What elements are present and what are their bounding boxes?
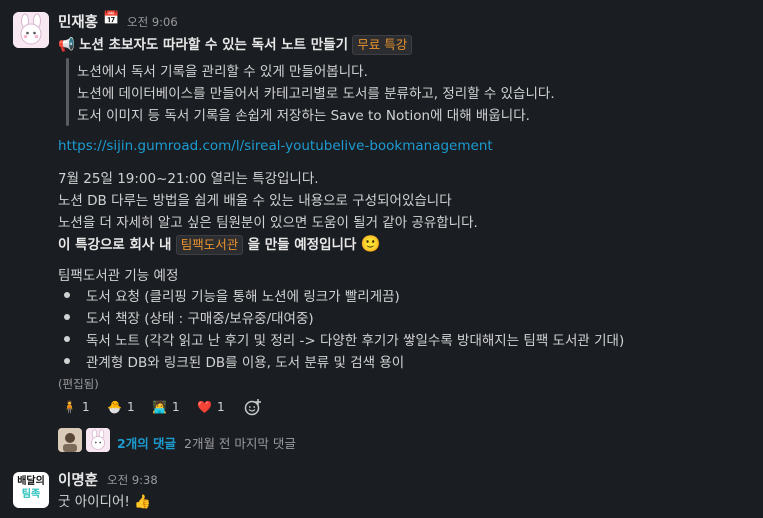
reaction-button[interactable]: 🧍 1 (58, 396, 94, 418)
reaction-button[interactable]: 🐣 1 (103, 396, 139, 418)
bullet-dot (64, 336, 70, 342)
person-emoji-icon: 🧍 (62, 400, 77, 414)
thumbs-up-emoji-icon: 👍 (134, 494, 151, 510)
plan-suffix: 을 만들 예정입니다 (247, 237, 357, 253)
team-library-tag: 팀팩도서관 (175, 235, 244, 255)
avatar-text: 배달의 (17, 476, 45, 487)
add-reaction-button[interactable] (238, 396, 268, 418)
gumroad-link[interactable]: https://sijin.gumroad.com/l/sireal-youtu… (58, 138, 493, 154)
paragraph-line: 7월 25일 19:00~21:00 열리는 특강입니다. (58, 171, 319, 187)
megaphone-icon: 📢 (58, 37, 75, 53)
smile-emoji-icon: 🙂 (360, 234, 381, 253)
message-text: 굿 아이디어! 👍 (58, 490, 151, 510)
reaction-count: 1 (216, 400, 225, 414)
bullet-dot (64, 292, 70, 298)
thread-reply-count[interactable]: 2개의 댓글 (117, 433, 176, 452)
avatar[interactable] (13, 12, 49, 48)
list-item: 관계형 DB와 링크된 DB를 이용, 도서 분류 및 검색 용이 (86, 355, 405, 371)
avatar[interactable]: 배달의 팀족 (13, 472, 49, 508)
person-photo-emoji-icon: 🧑‍💻 (152, 400, 167, 414)
edited-label: (편집됨) (58, 377, 99, 391)
timestamp[interactable]: 오전 9:06 (127, 14, 178, 30)
add-reaction-icon (244, 399, 261, 416)
headline-text: 노션 초보자도 따라할 수 있는 독서 노트 만들기 (79, 37, 348, 53)
reaction-count: 1 (81, 400, 90, 414)
thread-participant-avatar (86, 428, 110, 452)
list-item: 도서 요청 (클리핑 기능을 통해 노션에 링크가 빨리게끔) (86, 289, 400, 305)
plan-prefix: 이 특강으로 회사 내 (58, 237, 172, 253)
quote-line: 도서 이미지 등 독서 기록을 손쉽게 저장하는 Save to Notion에… (77, 108, 530, 124)
person-avatar-icon (58, 428, 82, 452)
timestamp[interactable]: 오전 9:38 (107, 472, 158, 488)
bullet-dot (64, 314, 70, 320)
message-body: 굿 아이디어! (58, 494, 130, 510)
list-title: 팀팩도서관 기능 예정 (58, 268, 179, 284)
quote-bar (66, 58, 69, 126)
paragraph-line: 노션을 더 자세히 알고 싶은 팀원분이 있으면 도움이 될거 같아 공유합니다… (58, 215, 478, 231)
author-name[interactable]: 이명훈 (58, 469, 98, 490)
calendar-status-icon: 📅 (103, 11, 120, 26)
heart-emoji-icon: ❤️ (197, 400, 212, 414)
quote-line: 노션에 데이터베이스를 만들어서 카테고리별로 도서를 분류하고, 정리할 수 … (77, 86, 555, 102)
reaction-count: 1 (171, 400, 180, 414)
list-item: 독서 노트 (각각 읽고 난 후기 및 정리 -> 다양한 후기가 쌓일수록 방… (86, 333, 625, 349)
bunny-avatar-icon (13, 12, 49, 48)
quote-line: 노션에서 독서 기록을 관리할 수 있게 만들어봅니다. (77, 64, 368, 80)
plan-line: 이 특강으로 회사 내 팀팩도서관 을 만들 예정입니다 🙂 (58, 233, 381, 255)
avatar-text: 팀족 (21, 489, 41, 500)
author-name[interactable]: 민재홍 (58, 11, 98, 32)
paragraph-line: 노션 DB 다루는 방법을 쉽게 배울 수 있는 내용으로 구성되어있습니다 (58, 193, 452, 209)
reaction-count: 1 (126, 400, 135, 414)
free-lecture-tag: 무료 특강 (352, 35, 413, 55)
bullet-dot (64, 358, 70, 364)
headline: 📢 노션 초보자도 따라할 수 있는 독서 노트 만들기 무료 특강 (58, 33, 413, 55)
thread-participant-avatar (58, 428, 82, 452)
list-item: 도서 책장 (상태 : 구매중/보유중/대여중) (86, 311, 314, 327)
bunny-avatar-icon (86, 428, 110, 452)
reaction-button[interactable]: 🧑‍💻 1 (148, 396, 184, 418)
thread-last-reply: 2개월 전 마지막 댓글 (184, 436, 296, 451)
reaction-button[interactable]: ❤️ 1 (193, 396, 229, 418)
chick-emoji-icon: 🐣 (107, 400, 122, 414)
